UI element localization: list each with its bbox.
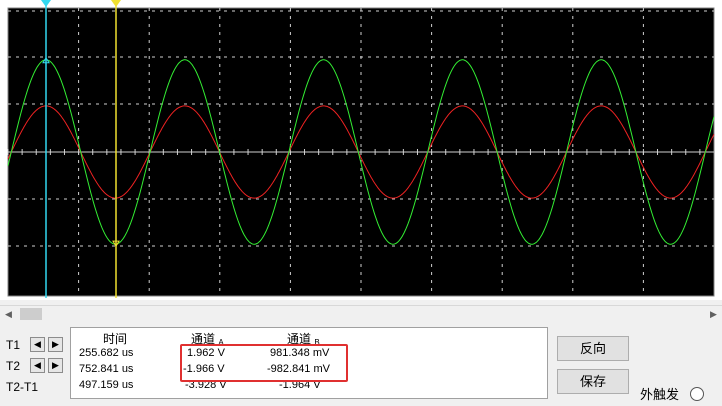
external-trigger-radio[interactable]: [690, 387, 704, 401]
scrollbar-thumb[interactable]: [20, 308, 42, 320]
cursor-t1-marker-icon: [41, 0, 51, 7]
cursor-t1-label: T1: [6, 338, 21, 352]
invert-button[interactable]: 反向: [557, 336, 629, 361]
t1-time: 255.682 us: [79, 347, 134, 359]
t2-right-arrow-icon[interactable]: ▶: [48, 358, 63, 373]
cursor-delta-label: T2-T1: [6, 380, 39, 394]
delta-time: 497.159 us: [79, 379, 134, 391]
t2-time: 752.841 us: [79, 363, 134, 375]
t2-left-arrow-icon[interactable]: ◀: [30, 358, 45, 373]
waveform-plot[interactable]: [0, 0, 722, 300]
cursor-t2-label: T2: [6, 359, 21, 373]
highlight-box: [180, 344, 348, 382]
horizontal-scrollbar[interactable]: ◀ ▶: [0, 305, 722, 323]
external-trigger-label: 外触发: [640, 387, 680, 402]
oscilloscope-display[interactable]: [0, 0, 722, 300]
scroll-right-icon[interactable]: ▶: [705, 306, 722, 323]
header-time: 时间: [103, 332, 128, 346]
scroll-left-icon[interactable]: ◀: [0, 306, 17, 323]
save-button[interactable]: 保存: [557, 369, 629, 394]
t1-left-arrow-icon[interactable]: ◀: [30, 337, 45, 352]
t1-right-arrow-icon[interactable]: ▶: [48, 337, 63, 352]
cursor-t2-marker-icon: [111, 0, 121, 7]
